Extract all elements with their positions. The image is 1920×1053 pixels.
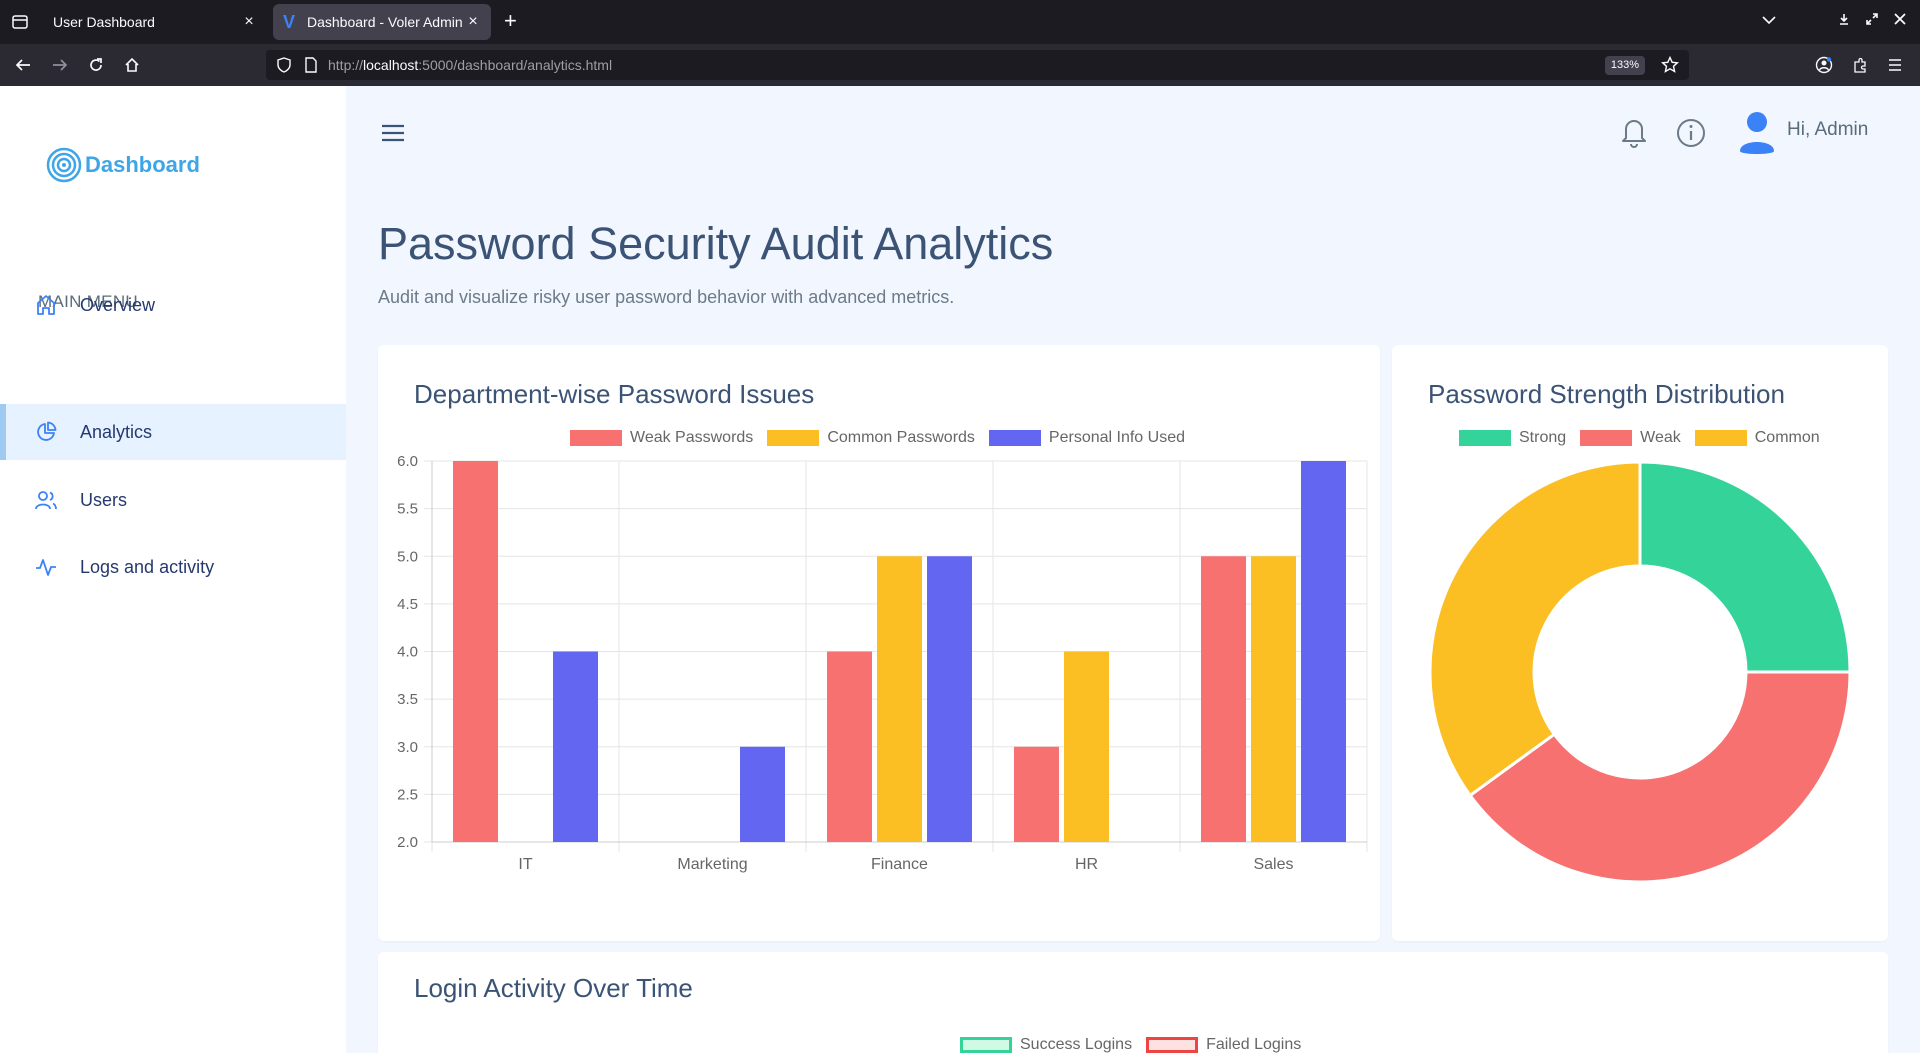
url-prefix: http:// — [328, 57, 364, 73]
new-tab-icon[interactable]: + — [504, 10, 517, 32]
page-title: Password Security Audit Analytics — [378, 218, 1054, 269]
voler-favicon-icon: V — [283, 12, 296, 32]
y-tick-label: 4.5 — [397, 596, 418, 613]
url-text[interactable]: http://localhost:5000/dashboard/analytic… — [328, 57, 612, 73]
browser-nav-bar: http://localhost:5000/dashboard/analytic… — [0, 44, 1920, 86]
donut-slice — [1638, 460, 1852, 674]
app-menu-icon[interactable] — [1883, 53, 1907, 77]
department-issues-card: Department-wise Password Issues Weak Pas… — [378, 345, 1380, 941]
home-icon — [34, 293, 58, 317]
activity-icon — [34, 555, 58, 579]
bar — [1014, 746, 1059, 842]
donut-slice — [1428, 460, 1642, 798]
pie-chart-icon — [34, 420, 58, 444]
bar — [927, 556, 972, 842]
close-window-icon[interactable] — [1894, 12, 1906, 28]
account-icon[interactable] — [1812, 53, 1836, 77]
minimize-window-icon[interactable] — [1838, 12, 1850, 28]
legend-label: Failed Logins — [1206, 1036, 1302, 1053]
home-icon[interactable] — [120, 53, 144, 77]
back-icon[interactable] — [11, 53, 35, 77]
sidebar-item-label: Users — [80, 489, 128, 510]
browser-tab-user-dashboard[interactable]: User Dashboard × — [43, 4, 267, 40]
bell-icon[interactable] — [1618, 115, 1650, 149]
sidebar: Dashboard MAIN MENU Overview Analytics U… — [0, 86, 346, 1053]
list-all-tabs-icon[interactable] — [1762, 12, 1776, 28]
donut-chart — [1428, 460, 1852, 884]
x-tick-label: Marketing — [677, 856, 747, 873]
bar — [1301, 461, 1346, 842]
bar — [1064, 651, 1109, 842]
zoom-level[interactable]: 133% — [1604, 56, 1645, 75]
tab-title: User Dashboard — [53, 14, 155, 30]
y-tick-label: 4.0 — [397, 644, 418, 661]
legend-swatch — [960, 1037, 1012, 1053]
y-tick-label: 5.0 — [397, 548, 418, 565]
browser-tab-bar: User Dashboard × V Dashboard - Voler Adm… — [0, 0, 1920, 44]
avatar[interactable] — [1737, 108, 1777, 156]
sidebar-item-analytics[interactable]: Analytics — [0, 404, 346, 460]
close-tab-icon[interactable]: × — [465, 13, 481, 31]
line-chart-legend: Success Logins Failed Logins — [960, 1036, 1315, 1053]
close-tab-icon[interactable]: × — [241, 13, 257, 31]
y-tick-label: 6.0 — [397, 453, 418, 470]
bar — [740, 746, 785, 842]
y-tick-label: 5.5 — [397, 501, 418, 518]
brand-name: Dashboard — [85, 152, 200, 177]
strength-distribution-card: Password Strength Distribution Strong We… — [1392, 345, 1888, 941]
page-subtitle: Audit and visualize risky user password … — [378, 287, 955, 307]
y-tick-label: 2.0 — [397, 834, 418, 851]
y-tick-label: 3.0 — [397, 739, 418, 756]
bar — [1201, 556, 1246, 842]
brand-logo-icon — [46, 147, 82, 183]
sidebar-item-label: Analytics — [80, 421, 153, 442]
tab-list-icon[interactable] — [8, 11, 32, 33]
sidebar-item-overview[interactable]: Overview — [0, 277, 346, 333]
y-tick-label: 2.5 — [397, 786, 418, 803]
x-tick-label: Finance — [871, 856, 928, 873]
x-tick-label: HR — [1075, 856, 1098, 873]
login-activity-card: Login Activity Over Time Success Logins … — [378, 952, 1888, 1053]
forward-icon[interactable] — [48, 53, 72, 77]
bar — [553, 651, 598, 842]
legend-item-failed-logins[interactable]: Failed Logins — [1146, 1036, 1301, 1053]
sidebar-item-users[interactable]: Users — [0, 472, 346, 528]
bar-chart: 6.0 5.5 5.0 4.5 4.0 3.5 3.0 2.5 2.0 IT Marketing Fi… — [397, 453, 1368, 873]
reload-icon[interactable] — [84, 53, 108, 77]
bar — [877, 556, 922, 842]
users-icon — [34, 488, 58, 512]
x-tick-label: IT — [518, 856, 532, 873]
sidebar-item-logs-and-activity[interactable]: Logs and activity — [0, 539, 346, 595]
restore-window-icon[interactable] — [1866, 12, 1878, 28]
extensions-icon[interactable] — [1848, 53, 1872, 77]
bar — [827, 651, 872, 842]
tab-title: Dashboard - Voler Admin D — [307, 14, 465, 30]
legend-item-success-logins[interactable]: Success Logins — [960, 1036, 1132, 1053]
sidebar-item-label: Overview — [80, 294, 156, 315]
bar — [1251, 556, 1296, 842]
url-host: localhost — [363, 57, 419, 73]
bookmark-star-icon[interactable] — [1660, 55, 1680, 79]
info-icon[interactable] — [1675, 117, 1707, 149]
card-title: Login Activity Over Time — [414, 973, 693, 1003]
brand-logo[interactable]: Dashboard — [45, 146, 200, 184]
x-tick-label: Sales — [1253, 856, 1293, 873]
hamburger-menu-icon[interactable] — [378, 119, 408, 147]
browser-tab-dashboard-voler[interactable]: V Dashboard - Voler Admin D × — [273, 4, 491, 40]
url-bar[interactable]: http://localhost:5000/dashboard/analytic… — [266, 50, 1689, 80]
legend-swatch — [1146, 1037, 1199, 1053]
y-tick-label: 3.5 — [397, 691, 418, 708]
url-path: :5000/dashboard/analytics.html — [418, 57, 613, 73]
legend-label: Success Logins — [1020, 1036, 1133, 1053]
page-info-icon[interactable] — [304, 57, 318, 78]
sidebar-item-label: Logs and activity — [80, 556, 215, 577]
bar — [453, 461, 498, 842]
shield-icon[interactable] — [276, 57, 292, 78]
user-greeting[interactable]: Hi, Admin — [1787, 119, 1868, 141]
